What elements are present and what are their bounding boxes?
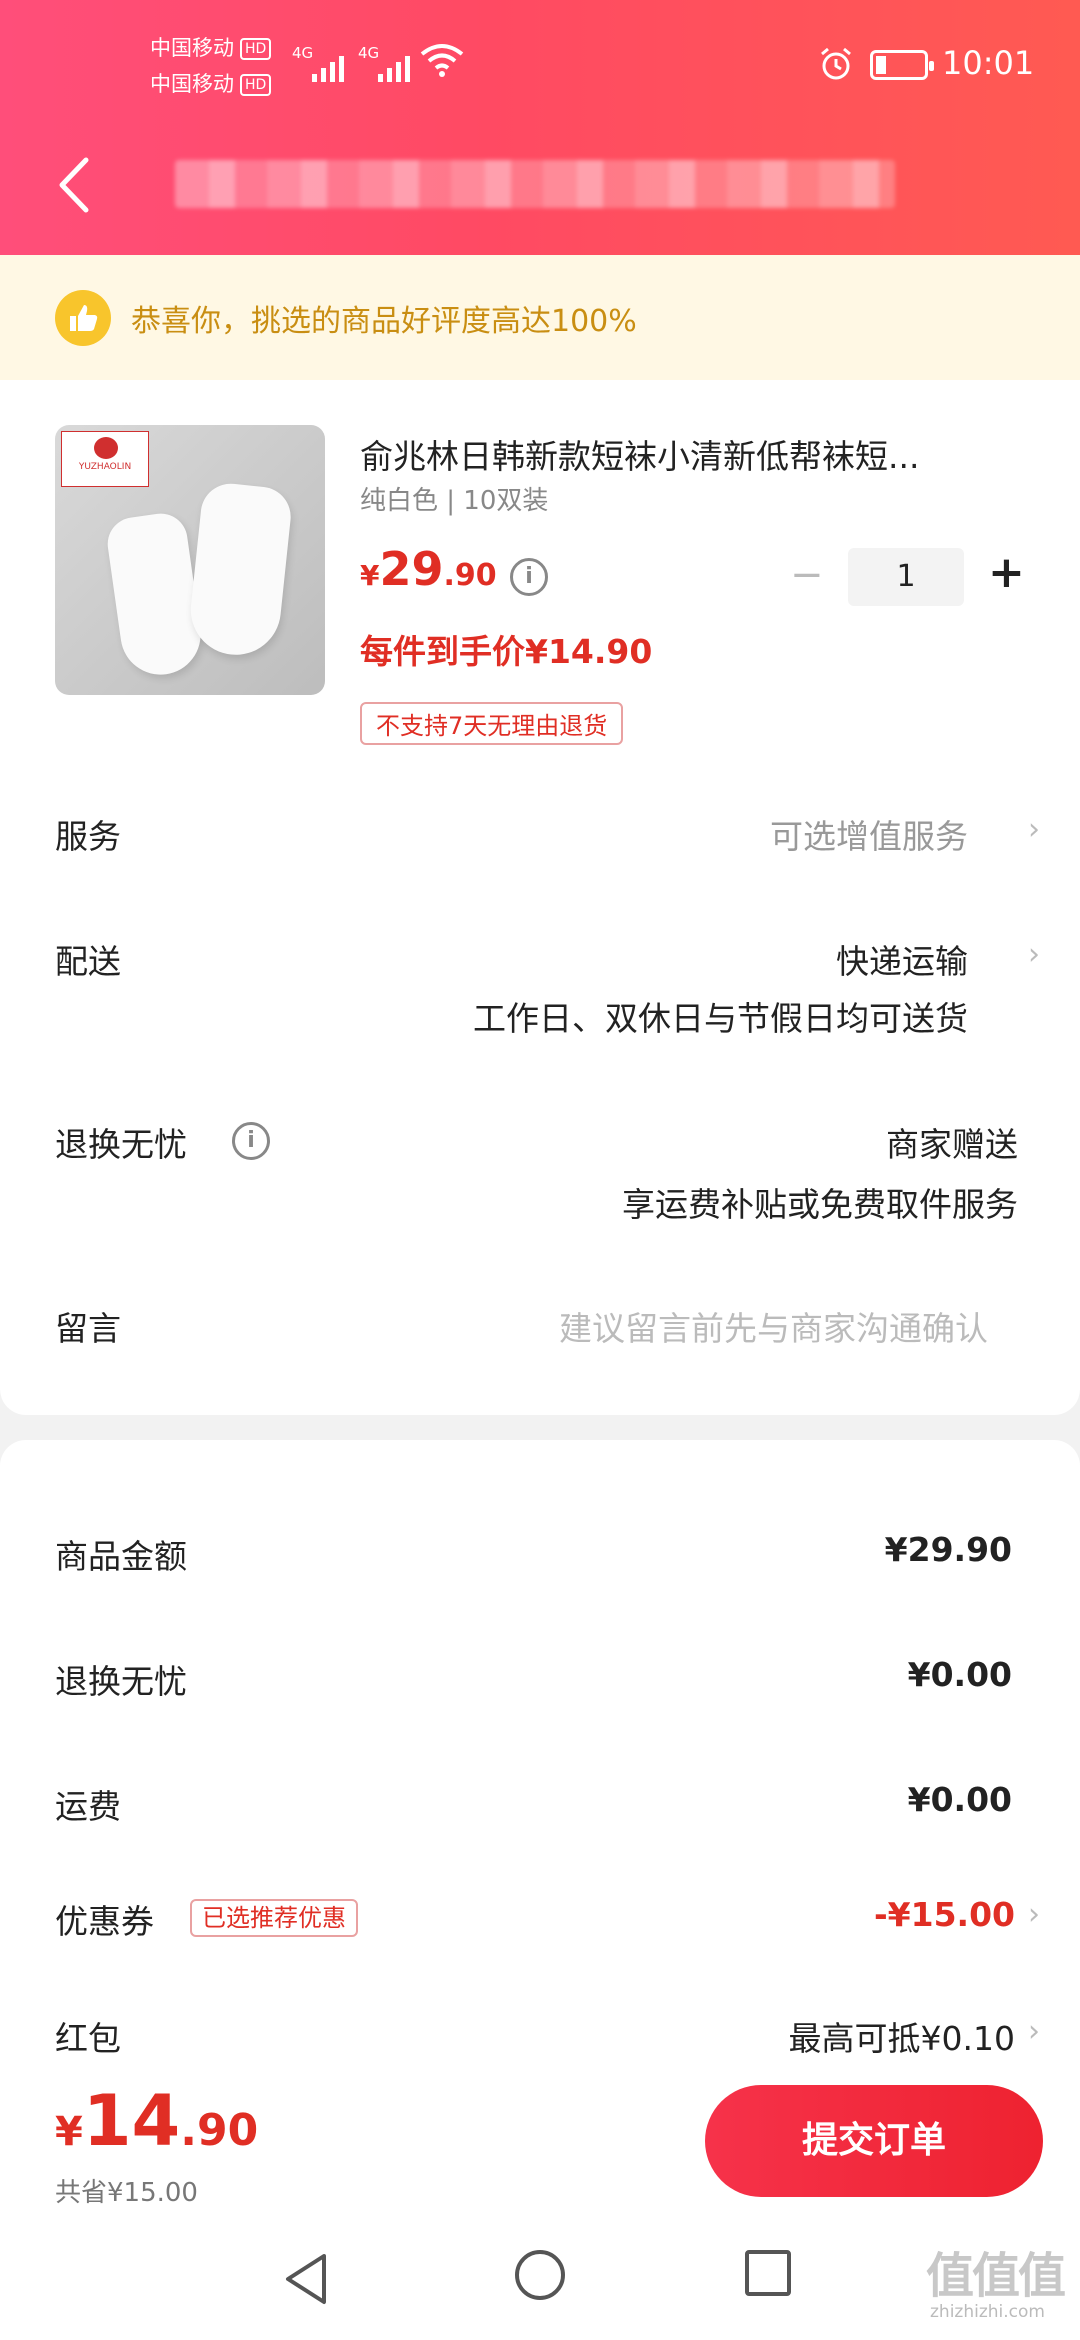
summary-card: 商品金额 ¥29.90 退换无忧 ¥0.00 运费 ¥0.00 优惠券 已选推荐… — [0, 1440, 1080, 2060]
carrier-2: 中国移动 HD — [150, 66, 272, 102]
chevron-right-icon[interactable]: › — [1028, 812, 1040, 847]
service-label: 服务 — [55, 817, 121, 856]
brand-logo: YUZHAOLIN — [61, 431, 149, 487]
nav-back-icon[interactable] — [282, 2252, 332, 2306]
delivery-value[interactable]: 快递运输 — [836, 935, 968, 983]
delivery-label: 配送 — [55, 942, 121, 981]
message-label: 留言 — [55, 1309, 121, 1348]
quantity-plus-button[interactable]: + — [988, 550, 1025, 596]
watermark: 值值值 — [926, 2248, 1066, 2304]
product-spec[interactable]: 纯白色 | 10双装 — [360, 480, 548, 517]
thumbs-up-icon — [55, 289, 111, 346]
quantity-input[interactable]: 1 — [848, 548, 964, 606]
chevron-right-icon[interactable]: › — [1028, 1897, 1040, 1932]
nav-recent-icon[interactable] — [745, 2250, 791, 2296]
summary-row-goods: 商品金额 ¥29.90 — [55, 1530, 1012, 1576]
watermark-url: zhizhizhi.com — [930, 2302, 1045, 2322]
return-subtext: 享运费补贴或免费取件服务 — [622, 1185, 1018, 1224]
blurred-shop-title — [175, 160, 895, 208]
coupon-badge: 已选推荐优惠 — [190, 1899, 358, 1937]
product-image[interactable]: YUZHAOLIN — [55, 425, 325, 695]
each-price: 每件到手价¥14.90 — [360, 632, 653, 671]
network-type-2: 4G — [358, 44, 380, 62]
return-value: 商家赠送 — [886, 1125, 1018, 1164]
chevron-right-icon[interactable]: › — [1028, 2014, 1040, 2049]
saved-amount: 共省¥15.00 — [55, 2178, 198, 2208]
system-nav-bar: 值值值 zhizhizhi.com — [0, 2220, 1080, 2340]
clock: 10:01 — [942, 44, 1035, 82]
carrier-1: 中国移动 HD — [150, 30, 272, 66]
info-icon[interactable]: i — [232, 1122, 270, 1160]
header: 中国移动 HD 中国移动 HD 4G 4G 10:01 — [0, 0, 1080, 255]
nav-home-icon[interactable] — [515, 2250, 565, 2300]
product-title[interactable]: 俞兆林日韩新款短袜小清新低帮袜短... — [360, 430, 1020, 478]
price-info-icon[interactable]: i — [510, 558, 548, 596]
congrats-banner: 恭喜你，挑选的商品好评度高达100% — [0, 255, 1080, 380]
signal-icon — [378, 48, 410, 82]
signal-icon — [312, 48, 344, 82]
congrats-text: 恭喜你，挑选的商品好评度高达100% — [131, 303, 637, 339]
network-type-1: 4G — [292, 44, 314, 62]
product-price: ¥29.90 — [360, 542, 497, 596]
service-value[interactable]: 可选增值服务 — [770, 810, 968, 858]
checkout-bar: ¥14.90 共省¥15.00 提交订单 — [0, 2060, 1080, 2220]
alarm-icon — [821, 47, 851, 80]
summary-row-return: 退换无忧 ¥0.00 — [55, 1655, 1012, 1701]
order-card: YUZHAOLIN 俞兆林日韩新款短袜小清新低帮袜短... 纯白色 | 10双装… — [0, 380, 1080, 1415]
summary-row-shipping: 运费 ¥0.00 — [55, 1780, 1012, 1826]
delivery-subtext: 工作日、双休日与节假日均可送货 — [473, 999, 968, 1038]
quantity-minus-button[interactable]: − — [790, 555, 824, 595]
wifi-icon — [420, 44, 464, 77]
status-bar: 中国移动 HD 中国移动 HD 4G 4G 10:01 — [0, 0, 1080, 140]
no-return-badge: 不支持7天无理由退货 — [360, 702, 624, 745]
message-input[interactable]: 建议留言前先与商家沟通确认 — [559, 1302, 988, 1350]
sock-image — [186, 480, 294, 660]
chevron-right-icon[interactable]: › — [1028, 937, 1040, 972]
submit-order-button[interactable]: 提交订单 — [705, 2085, 1043, 2197]
total-price: ¥14.90 — [55, 2080, 259, 2162]
return-label: 退换无忧 — [55, 1125, 187, 1164]
summary-row-coupon[interactable]: 优惠券 已选推荐优惠 -¥15.00 › — [0, 1895, 1080, 1955]
battery-icon — [870, 50, 934, 80]
sock-image — [104, 510, 206, 680]
back-arrow-icon[interactable] — [48, 150, 108, 220]
